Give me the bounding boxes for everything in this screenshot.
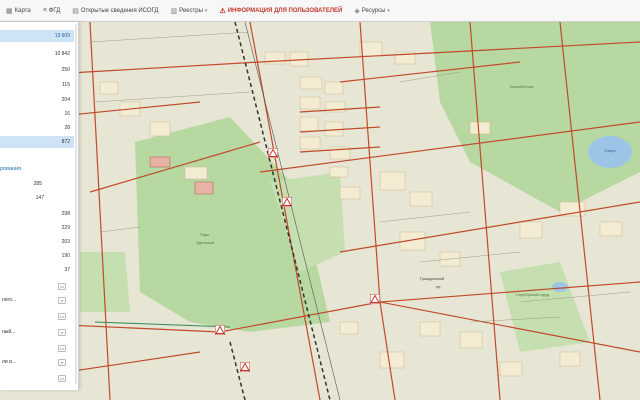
chevron-down-icon: ▾ [387, 7, 390, 14]
tab-resources-label: Ресурсы [361, 7, 386, 14]
list-item[interactable]: 190 [0, 250, 74, 262]
tab-registries-label: Реестры [179, 7, 203, 14]
panel-scrollbar[interactable] [75, 24, 77, 384]
list-item-count: 16 [64, 111, 70, 117]
list-item[interactable]: 229 [0, 222, 74, 234]
map-svg [0, 22, 640, 400]
document-icon: ▤ [72, 7, 79, 15]
list-item[interactable]: 28 [0, 122, 74, 134]
tab-fgd[interactable]: ≡ ФГД [37, 0, 67, 22]
warning-marker-icon[interactable] [268, 148, 278, 158]
list-item-count: 37 [64, 267, 70, 273]
more-icon[interactable]: ••• [58, 345, 66, 352]
map-icon: ▦ [6, 7, 13, 15]
database-icon: ≡ [42, 7, 47, 14]
list-item[interactable]: 250 [0, 64, 74, 76]
expand-icon[interactable]: ▾ [58, 297, 66, 304]
list-item[interactable]: 298 [0, 208, 74, 220]
list-item[interactable]: 10 842 [0, 48, 74, 60]
map-label: Серебряный пруд [516, 292, 550, 297]
tab-map[interactable]: ▦ Карта [0, 0, 37, 22]
expand-icon[interactable]: ▾ [58, 359, 66, 366]
list-item-count: 10 842 [54, 51, 70, 57]
list-icon: ▥ [170, 7, 178, 15]
list-item-count: 115 [62, 82, 70, 88]
list-item[interactable]: 16 [0, 108, 74, 120]
list-item[interactable]: 115 [0, 79, 74, 91]
list-item[interactable]: 204 [0, 94, 74, 106]
more-icon[interactable]: ••• [58, 313, 66, 320]
warning-marker-icon[interactable] [215, 325, 225, 335]
section-heading: рования [0, 166, 22, 172]
expand-icon[interactable]: ▾ [58, 329, 66, 336]
list-item-count: 872 [61, 139, 70, 145]
chevron-down-icon: ▾ [204, 7, 208, 14]
tab-open-data-label: Открытые сведения ИСОГД [80, 7, 159, 14]
list-item-count: 190 [61, 253, 70, 259]
tab-registries[interactable]: ▥ Реестры ▾ [164, 0, 213, 22]
list-item-count: 204 [61, 97, 70, 103]
info-icon: ⚠ [219, 7, 226, 15]
list-item-count: 229 [61, 225, 70, 231]
list-item[interactable]: 285 [0, 178, 74, 190]
warning-marker-icon[interactable] [282, 197, 292, 207]
list-item[interactable]: ••• [0, 280, 74, 292]
map-label: Гражданский [420, 276, 445, 281]
more-icon[interactable]: ••• [58, 375, 66, 382]
tab-user-info[interactable]: ⚠ ИНФОРМАЦИЯ ДЛЯ ПОЛЬЗОВАТЕЛЕЙ [213, 0, 348, 22]
warning-marker-icon[interactable] [240, 362, 250, 372]
list-item-label: ли и... [2, 359, 17, 365]
layers-side-panel: 13 609 10 842 250 115 204 16 28 872 рова… [0, 22, 79, 390]
list-item[interactable]: ный... ▾ [0, 326, 74, 338]
list-item[interactable]: ••• [0, 372, 74, 384]
more-icon[interactable]: ••• [58, 283, 66, 290]
list-item-count: 147 [35, 195, 44, 201]
list-item-count: 13 609 [54, 33, 70, 39]
tab-resources[interactable]: ◈ Ресурсы ▾ [348, 0, 396, 22]
tab-fgd-label: ФГД [48, 7, 61, 14]
tab-user-info-label: ИНФОРМАЦИЯ ДЛЯ ПОЛЬЗОВАТЕЛЕЙ [227, 7, 343, 14]
map-label: Парк [200, 232, 210, 237]
resources-icon: ◈ [354, 7, 360, 15]
map-label: Беззаботная [510, 84, 534, 89]
list-item[interactable]: 203 [0, 236, 74, 248]
list-item-count: 250 [61, 67, 70, 73]
list-item[interactable]: 147 [0, 192, 74, 204]
top-navigation-bar: ▦ Карта ≡ ФГД ▤ Открытые сведения ИСОГД … [0, 0, 640, 22]
list-item[interactable]: ••• [0, 342, 74, 354]
list-item-count: 298 [61, 211, 70, 217]
map-canvas[interactable]: Беззаботная Озеро Гражданский пр. Серебр… [0, 22, 640, 400]
list-item[interactable]: ного... ▾ [0, 294, 74, 306]
map-label: Удельный [196, 240, 215, 245]
list-item[interactable]: ••• [0, 310, 74, 322]
warning-marker-icon[interactable] [370, 294, 380, 304]
list-item[interactable]: 13 609 [0, 30, 74, 42]
list-item-count: 28 [64, 125, 70, 131]
list-item-count: 203 [61, 239, 70, 245]
list-item[interactable]: 872 [0, 136, 74, 148]
list-item-label: ный... [2, 329, 16, 335]
tab-map-label: Карта [14, 7, 31, 14]
pond [552, 282, 568, 292]
map-label: пр. [436, 284, 442, 289]
list-item[interactable]: ли и... ▾ [0, 356, 74, 368]
list-item-label: ного... [2, 297, 17, 303]
map-label: Озеро [604, 148, 616, 153]
list-item-count: 285 [33, 181, 42, 187]
tab-open-data[interactable]: ▤ Открытые сведения ИСОГД [66, 0, 164, 22]
list-item[interactable]: 37 [0, 264, 74, 276]
